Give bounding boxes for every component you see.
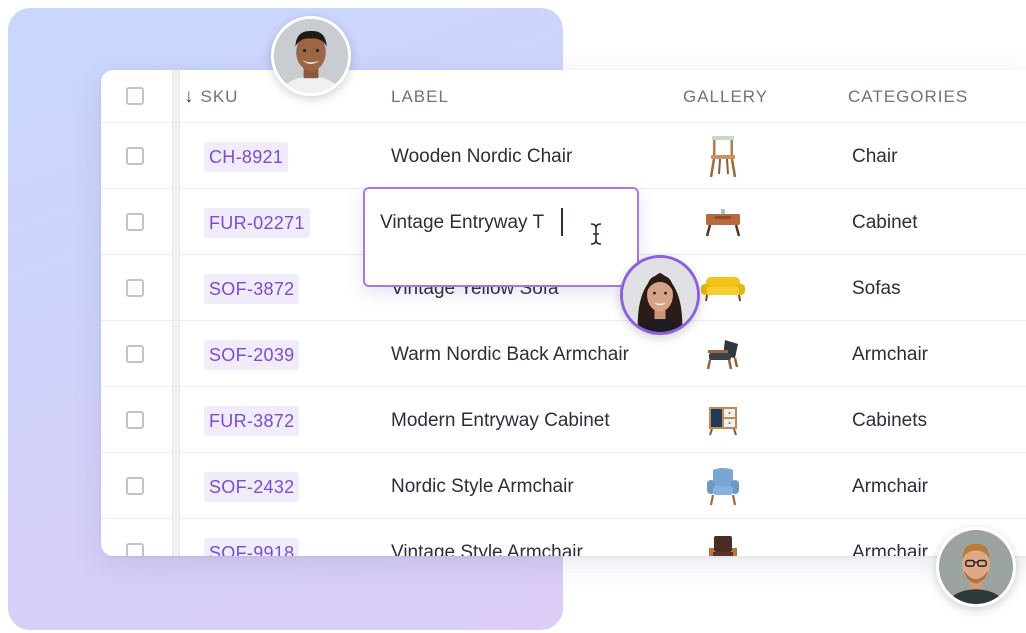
category-cell[interactable]: Armchair — [852, 541, 928, 556]
collaborator-avatar[interactable] — [620, 255, 700, 335]
table-row[interactable]: CH-8921 Wooden Nordic Chair Chair — [101, 123, 1026, 189]
sku-tag[interactable]: FUR-02271 — [204, 208, 310, 238]
sku-tag[interactable]: FUR-3872 — [204, 406, 300, 436]
gallery-column-header[interactable]: GALLERY — [683, 87, 768, 107]
label-cell[interactable]: Nordic Style Armchair — [391, 475, 574, 499]
sku-tag[interactable]: CH-8921 — [204, 142, 289, 172]
sku-tag[interactable]: SOF-2039 — [204, 340, 300, 370]
sku-header-label: SKU — [200, 87, 239, 106]
collaborator-avatar[interactable] — [936, 527, 1016, 607]
stage: ↓ SKU LABEL GALLERY CATEGORIES CH-8921 Wo… — [0, 0, 1026, 633]
row-checkbox[interactable] — [126, 477, 144, 495]
category-cell[interactable]: Armchair — [852, 343, 928, 367]
editor-input-text[interactable]: Vintage Entryway T — [380, 211, 544, 235]
row-checkbox[interactable] — [126, 411, 144, 429]
text-caret — [561, 208, 563, 236]
category-cell[interactable]: Chair — [852, 145, 897, 169]
table-row[interactable]: FUR-3872 Modern Entryway Cabinet Cabinet… — [101, 387, 1026, 453]
sku-column-header[interactable]: ↓ SKU — [184, 87, 238, 107]
sku-tag[interactable]: SOF-9918 — [204, 538, 300, 556]
sku-tag[interactable]: SOF-3872 — [204, 274, 300, 304]
blue-armchair-icon[interactable] — [701, 463, 745, 509]
table-header: ↓ SKU LABEL GALLERY CATEGORIES — [101, 70, 1026, 123]
vintage-armchair-icon[interactable] — [701, 529, 745, 556]
categories-column-header[interactable]: CATEGORIES — [848, 87, 968, 107]
arrow-down-icon[interactable]: ↓ — [184, 87, 195, 107]
select-all-checkbox[interactable] — [126, 87, 144, 105]
category-cell[interactable]: Armchair — [852, 475, 928, 499]
collaborator-avatar[interactable] — [271, 16, 351, 96]
table-row[interactable]: SOF-2039 Warm Nordic Back Armchair Armch… — [101, 321, 1026, 387]
label-cell[interactable]: Warm Nordic Back Armchair — [391, 343, 629, 367]
label-cell[interactable]: Vintage Style Armchair — [391, 541, 583, 556]
label-cell-editor[interactable]: Vintage Entryway T — [363, 187, 639, 287]
wooden-chair-icon[interactable] — [701, 133, 745, 179]
label-cell[interactable]: Wooden Nordic Chair — [391, 145, 572, 169]
data-table: ↓ SKU LABEL GALLERY CATEGORIES CH-8921 Wo… — [101, 70, 1026, 556]
category-cell[interactable]: Cabinets — [852, 409, 927, 433]
row-checkbox[interactable] — [126, 147, 144, 165]
category-cell[interactable]: Cabinet — [852, 211, 918, 235]
row-checkbox[interactable] — [126, 213, 144, 231]
text-cursor-icon — [589, 222, 603, 246]
cabinet-icon[interactable] — [701, 199, 745, 245]
table-row[interactable]: SOF-2432 Nordic Style Armchair Armchair — [101, 453, 1026, 519]
sku-tag[interactable]: SOF-2432 — [204, 472, 300, 502]
armchair-icon[interactable] — [701, 331, 745, 377]
row-checkbox[interactable] — [126, 279, 144, 297]
label-column-header[interactable]: LABEL — [391, 87, 449, 107]
table-row[interactable]: SOF-9918 Vintage Style Armchair Armchair — [101, 519, 1026, 556]
row-checkbox[interactable] — [126, 543, 144, 556]
row-checkbox[interactable] — [126, 345, 144, 363]
category-cell[interactable]: Sofas — [852, 277, 901, 301]
label-cell[interactable]: Modern Entryway Cabinet — [391, 409, 610, 433]
yellow-sofa-icon[interactable] — [694, 265, 752, 311]
entryway-cabinet-icon[interactable] — [701, 397, 745, 443]
